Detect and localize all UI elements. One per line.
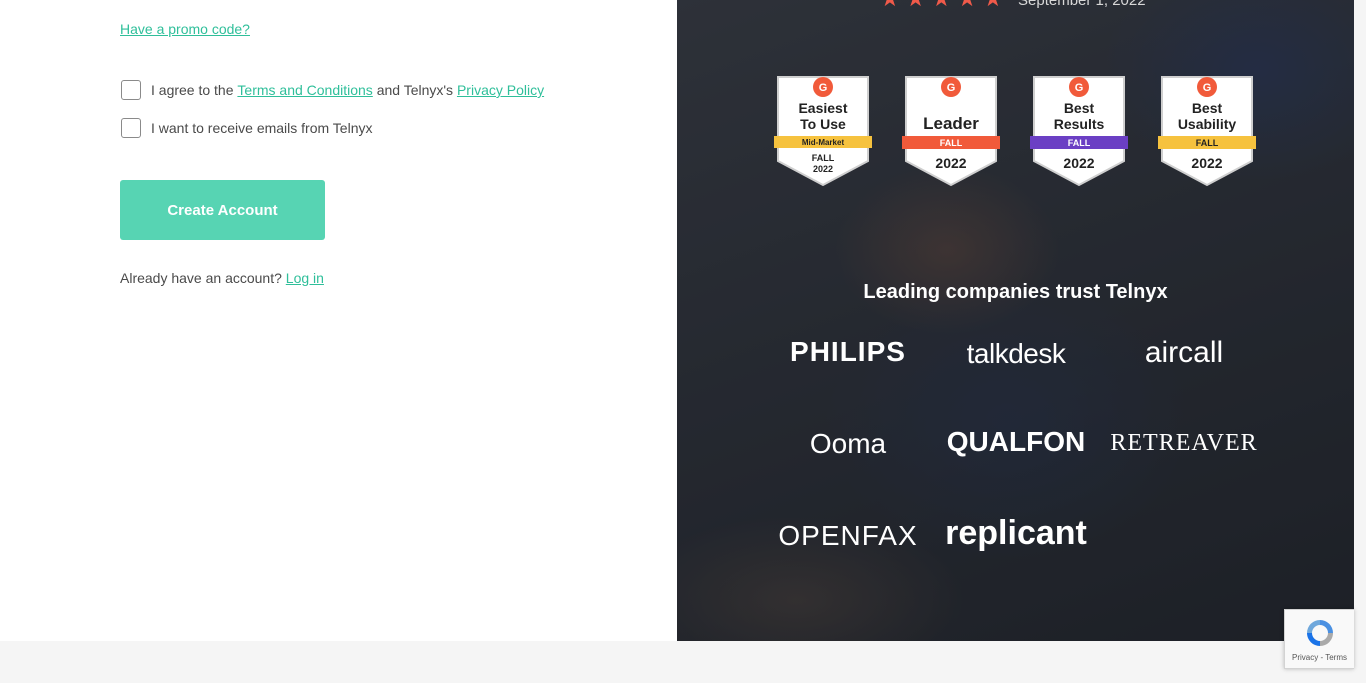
badge-year: 2022 — [1063, 155, 1094, 171]
badge-ribbon: FALL — [1068, 138, 1091, 148]
svg-text:G: G — [947, 82, 956, 94]
logo-openfax: OPENFAX — [778, 520, 918, 551]
star-icon: ★ — [957, 0, 977, 10]
login-link[interactable]: Log in — [286, 270, 324, 286]
recaptcha-icon — [1306, 619, 1333, 646]
svg-text:G: G — [1203, 82, 1212, 94]
terms-label-prefix: I agree to the — [151, 82, 234, 98]
badge-ribbon: Mid-Market — [802, 138, 845, 147]
g2-badge-best-results: G Best Results FALL 2022 — [1030, 75, 1128, 187]
badge-line1: Best — [1192, 100, 1223, 116]
logo-ooma: Ooma — [809, 428, 887, 459]
login-row: Already have an account? Log in — [120, 270, 324, 286]
emails-checkbox[interactable] — [121, 118, 141, 138]
terms-link[interactable]: Terms and Conditions — [237, 82, 372, 98]
logo-replicant: replicant — [945, 514, 1087, 552]
star-icon: ★ — [983, 0, 1003, 10]
logo-philips: PHILIPS — [790, 336, 906, 367]
star-icon: ★ — [880, 0, 900, 10]
badge-line1: Easiest — [798, 100, 847, 116]
badge-year: 2022 — [813, 164, 833, 174]
logo-retreaver: RETREAVER — [1110, 430, 1258, 456]
logo-aircall: aircall — [1144, 336, 1224, 369]
terms-checkbox[interactable] — [121, 80, 141, 100]
logo-qualfon: QUALFON — [946, 426, 1086, 457]
recaptcha-text: Privacy - Terms — [1292, 652, 1347, 662]
emails-row: I want to receive emails from Telnyx — [121, 118, 373, 138]
privacy-policy-link[interactable]: Privacy Policy — [457, 82, 544, 98]
review-stars: ★ ★ ★ ★ ★ — [880, 0, 1003, 10]
badge-season: FALL — [812, 153, 835, 163]
promo-code-link[interactable]: Have a promo code? — [120, 21, 250, 37]
badge-line2: Results — [1054, 116, 1105, 132]
g2-badge-easiest-to-use: G Easiest To Use Mid-Market FALL 2022 — [774, 75, 872, 187]
svg-text:G: G — [819, 82, 828, 94]
badge-ribbon: FALL — [940, 138, 963, 148]
badge-line2: To Use — [800, 116, 846, 132]
star-icon: ★ — [906, 0, 926, 10]
star-icon: ★ — [931, 0, 951, 10]
logo-talkdesk: talkdesk — [966, 338, 1066, 369]
emails-label: I want to receive emails from Telnyx — [151, 120, 373, 136]
badge-line1: Best — [1064, 100, 1095, 116]
g2-badge-leader: G Leader FALL 2022 — [902, 75, 1000, 187]
trust-heading: Leading companies trust Telnyx — [863, 281, 1168, 303]
terms-row: I agree to the Terms and Conditions and … — [121, 80, 544, 100]
signup-form-panel: Have a promo code? I agree to the Terms … — [0, 0, 677, 641]
badge-year: 2022 — [1191, 155, 1222, 171]
badge-line2: Usability — [1178, 116, 1237, 132]
badge-ribbon: FALL — [1196, 138, 1219, 148]
create-account-button[interactable]: Create Account — [120, 180, 325, 240]
review-date: September 1, 2022 — [1018, 0, 1146, 9]
page: Have a promo code? I agree to the Terms … — [0, 0, 1366, 683]
login-prefix: Already have an account? — [120, 270, 282, 286]
badge-line1: Leader — [923, 114, 979, 133]
promo-panel: ★ ★ ★ ★ ★ September 1, 2022 G Easiest To… — [677, 0, 1354, 641]
recaptcha-badge[interactable]: Privacy - Terms — [1284, 609, 1354, 669]
g2-badge-best-usability: G Best Usability FALL 2022 — [1158, 75, 1256, 187]
svg-text:G: G — [1075, 82, 1084, 94]
terms-label-middle: and Telnyx's — [376, 82, 454, 98]
badge-year: 2022 — [935, 155, 966, 171]
